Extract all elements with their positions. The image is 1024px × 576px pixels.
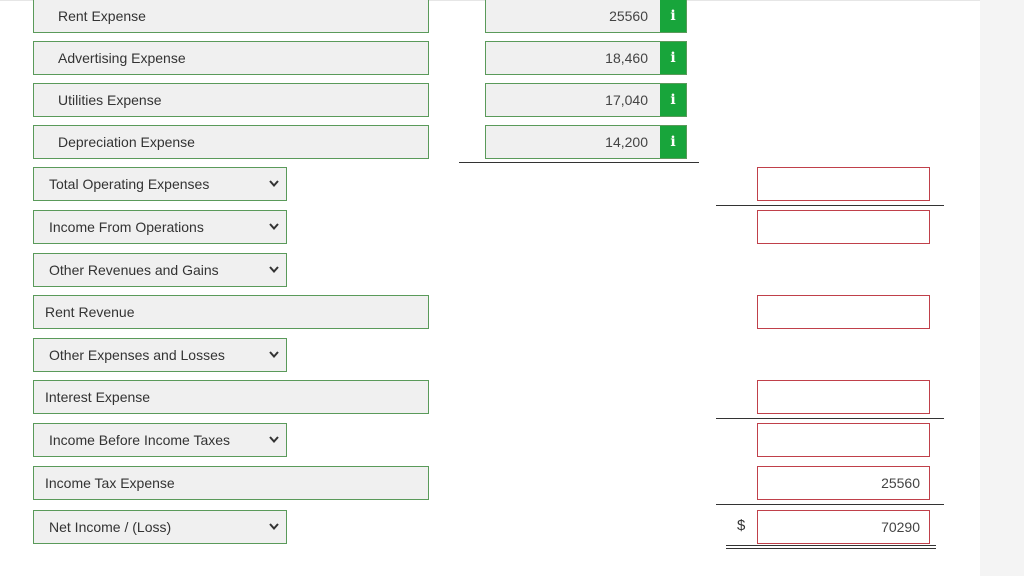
chevron-down-icon xyxy=(269,351,279,359)
account-field-rent-revenue[interactable]: Rent Revenue xyxy=(33,295,429,329)
account-select-income-before-taxes[interactable]: Income Before Income Taxes xyxy=(33,423,287,457)
amount-field-depreciation-expense[interactable]: 14,200 i xyxy=(485,125,687,159)
info-icon[interactable]: i xyxy=(660,42,686,74)
double-underline-top xyxy=(726,545,936,546)
account-field-utilities-expense[interactable]: Utilities Expense xyxy=(33,83,429,117)
account-label: Interest Expense xyxy=(45,389,151,405)
account-select-total-operating-expenses[interactable]: Total Operating Expenses xyxy=(33,167,287,201)
total-underline xyxy=(716,504,944,505)
account-label: Utilities Expense xyxy=(58,92,162,108)
total-field-total-operating-expenses[interactable] xyxy=(757,167,930,201)
account-label: Rent Expense xyxy=(58,8,146,24)
select-value: Other Expenses and Losses xyxy=(49,347,225,363)
account-field-advertising-expense[interactable]: Advertising Expense xyxy=(33,41,429,75)
chevron-down-icon xyxy=(269,223,279,231)
account-label: Depreciation Expense xyxy=(58,134,195,150)
info-icon[interactable]: i xyxy=(660,84,686,116)
row-income-tax-expense: Income Tax Expense 25560 xyxy=(0,466,980,500)
row-utilities-expense: Utilities Expense 17,040 i xyxy=(0,83,980,117)
info-icon[interactable]: i xyxy=(660,0,686,32)
amount-field-utilities-expense[interactable]: 17,040 i xyxy=(485,83,687,117)
chevron-down-icon xyxy=(269,266,279,274)
select-value: Income Before Income Taxes xyxy=(49,432,231,448)
total-field-net-income[interactable]: 70290 xyxy=(757,510,930,544)
row-depreciation-expense: Depreciation Expense 14,200 i xyxy=(0,125,980,159)
double-underline-bottom xyxy=(726,548,936,549)
account-label: Rent Revenue xyxy=(45,304,135,320)
info-icon[interactable]: i xyxy=(660,126,686,158)
subtotal-underline xyxy=(459,162,699,163)
select-value: Total Operating Expenses xyxy=(49,176,210,192)
amount-field-rent-expense[interactable]: 25560 i xyxy=(485,0,687,33)
total-underline xyxy=(716,205,944,206)
row-rent-revenue: Rent Revenue xyxy=(0,295,980,329)
row-interest-expense: Interest Expense xyxy=(0,380,980,414)
row-total-operating-expenses: Total Operating Expenses xyxy=(0,167,980,201)
row-income-from-operations: Income From Operations xyxy=(0,210,980,244)
total-field-income-from-operations[interactable] xyxy=(757,210,930,244)
select-value: Other Revenues and Gains xyxy=(49,262,219,278)
total-value: 25560 xyxy=(881,475,920,491)
row-rent-expense: Rent Expense 25560 i xyxy=(0,0,980,33)
account-field-rent-expense[interactable]: Rent Expense xyxy=(33,0,429,33)
amount-value: 14,200 xyxy=(605,134,648,150)
select-value: Income From Operations xyxy=(49,219,204,235)
total-field-income-before-taxes[interactable] xyxy=(757,423,930,457)
account-select-other-expenses-losses[interactable]: Other Expenses and Losses xyxy=(33,338,287,372)
amount-value: 18,460 xyxy=(605,50,648,66)
total-underline xyxy=(716,418,944,419)
total-field-income-tax-expense[interactable]: 25560 xyxy=(757,466,930,500)
account-select-net-income[interactable]: Net Income / (Loss) xyxy=(33,510,287,544)
row-other-revenues-gains: Other Revenues and Gains xyxy=(0,253,980,287)
currency-symbol: $ xyxy=(737,517,746,534)
account-field-income-tax-expense[interactable]: Income Tax Expense xyxy=(33,466,429,500)
account-label: Advertising Expense xyxy=(58,50,186,66)
row-net-income: Net Income / (Loss) $ 70290 xyxy=(0,510,980,544)
chevron-down-icon xyxy=(269,180,279,188)
total-field-rent-revenue[interactable] xyxy=(757,295,930,329)
total-value: 70290 xyxy=(881,519,920,535)
account-field-depreciation-expense[interactable]: Depreciation Expense xyxy=(33,125,429,159)
total-field-interest-expense[interactable] xyxy=(757,380,930,414)
page-margin xyxy=(980,0,1024,576)
amount-value: 25560 xyxy=(609,8,648,24)
account-select-income-from-operations[interactable]: Income From Operations xyxy=(33,210,287,244)
amount-value: 17,040 xyxy=(605,92,648,108)
select-value: Net Income / (Loss) xyxy=(49,519,172,535)
chevron-down-icon xyxy=(269,523,279,531)
account-field-interest-expense[interactable]: Interest Expense xyxy=(33,380,429,414)
account-select-other-revenues-gains[interactable]: Other Revenues and Gains xyxy=(33,253,287,287)
row-income-before-taxes: Income Before Income Taxes xyxy=(0,423,980,457)
amount-field-advertising-expense[interactable]: 18,460 i xyxy=(485,41,687,75)
account-label: Income Tax Expense xyxy=(45,475,175,491)
row-advertising-expense: Advertising Expense 18,460 i xyxy=(0,41,980,75)
row-other-expenses-losses: Other Expenses and Losses xyxy=(0,338,980,372)
chevron-down-icon xyxy=(269,436,279,444)
